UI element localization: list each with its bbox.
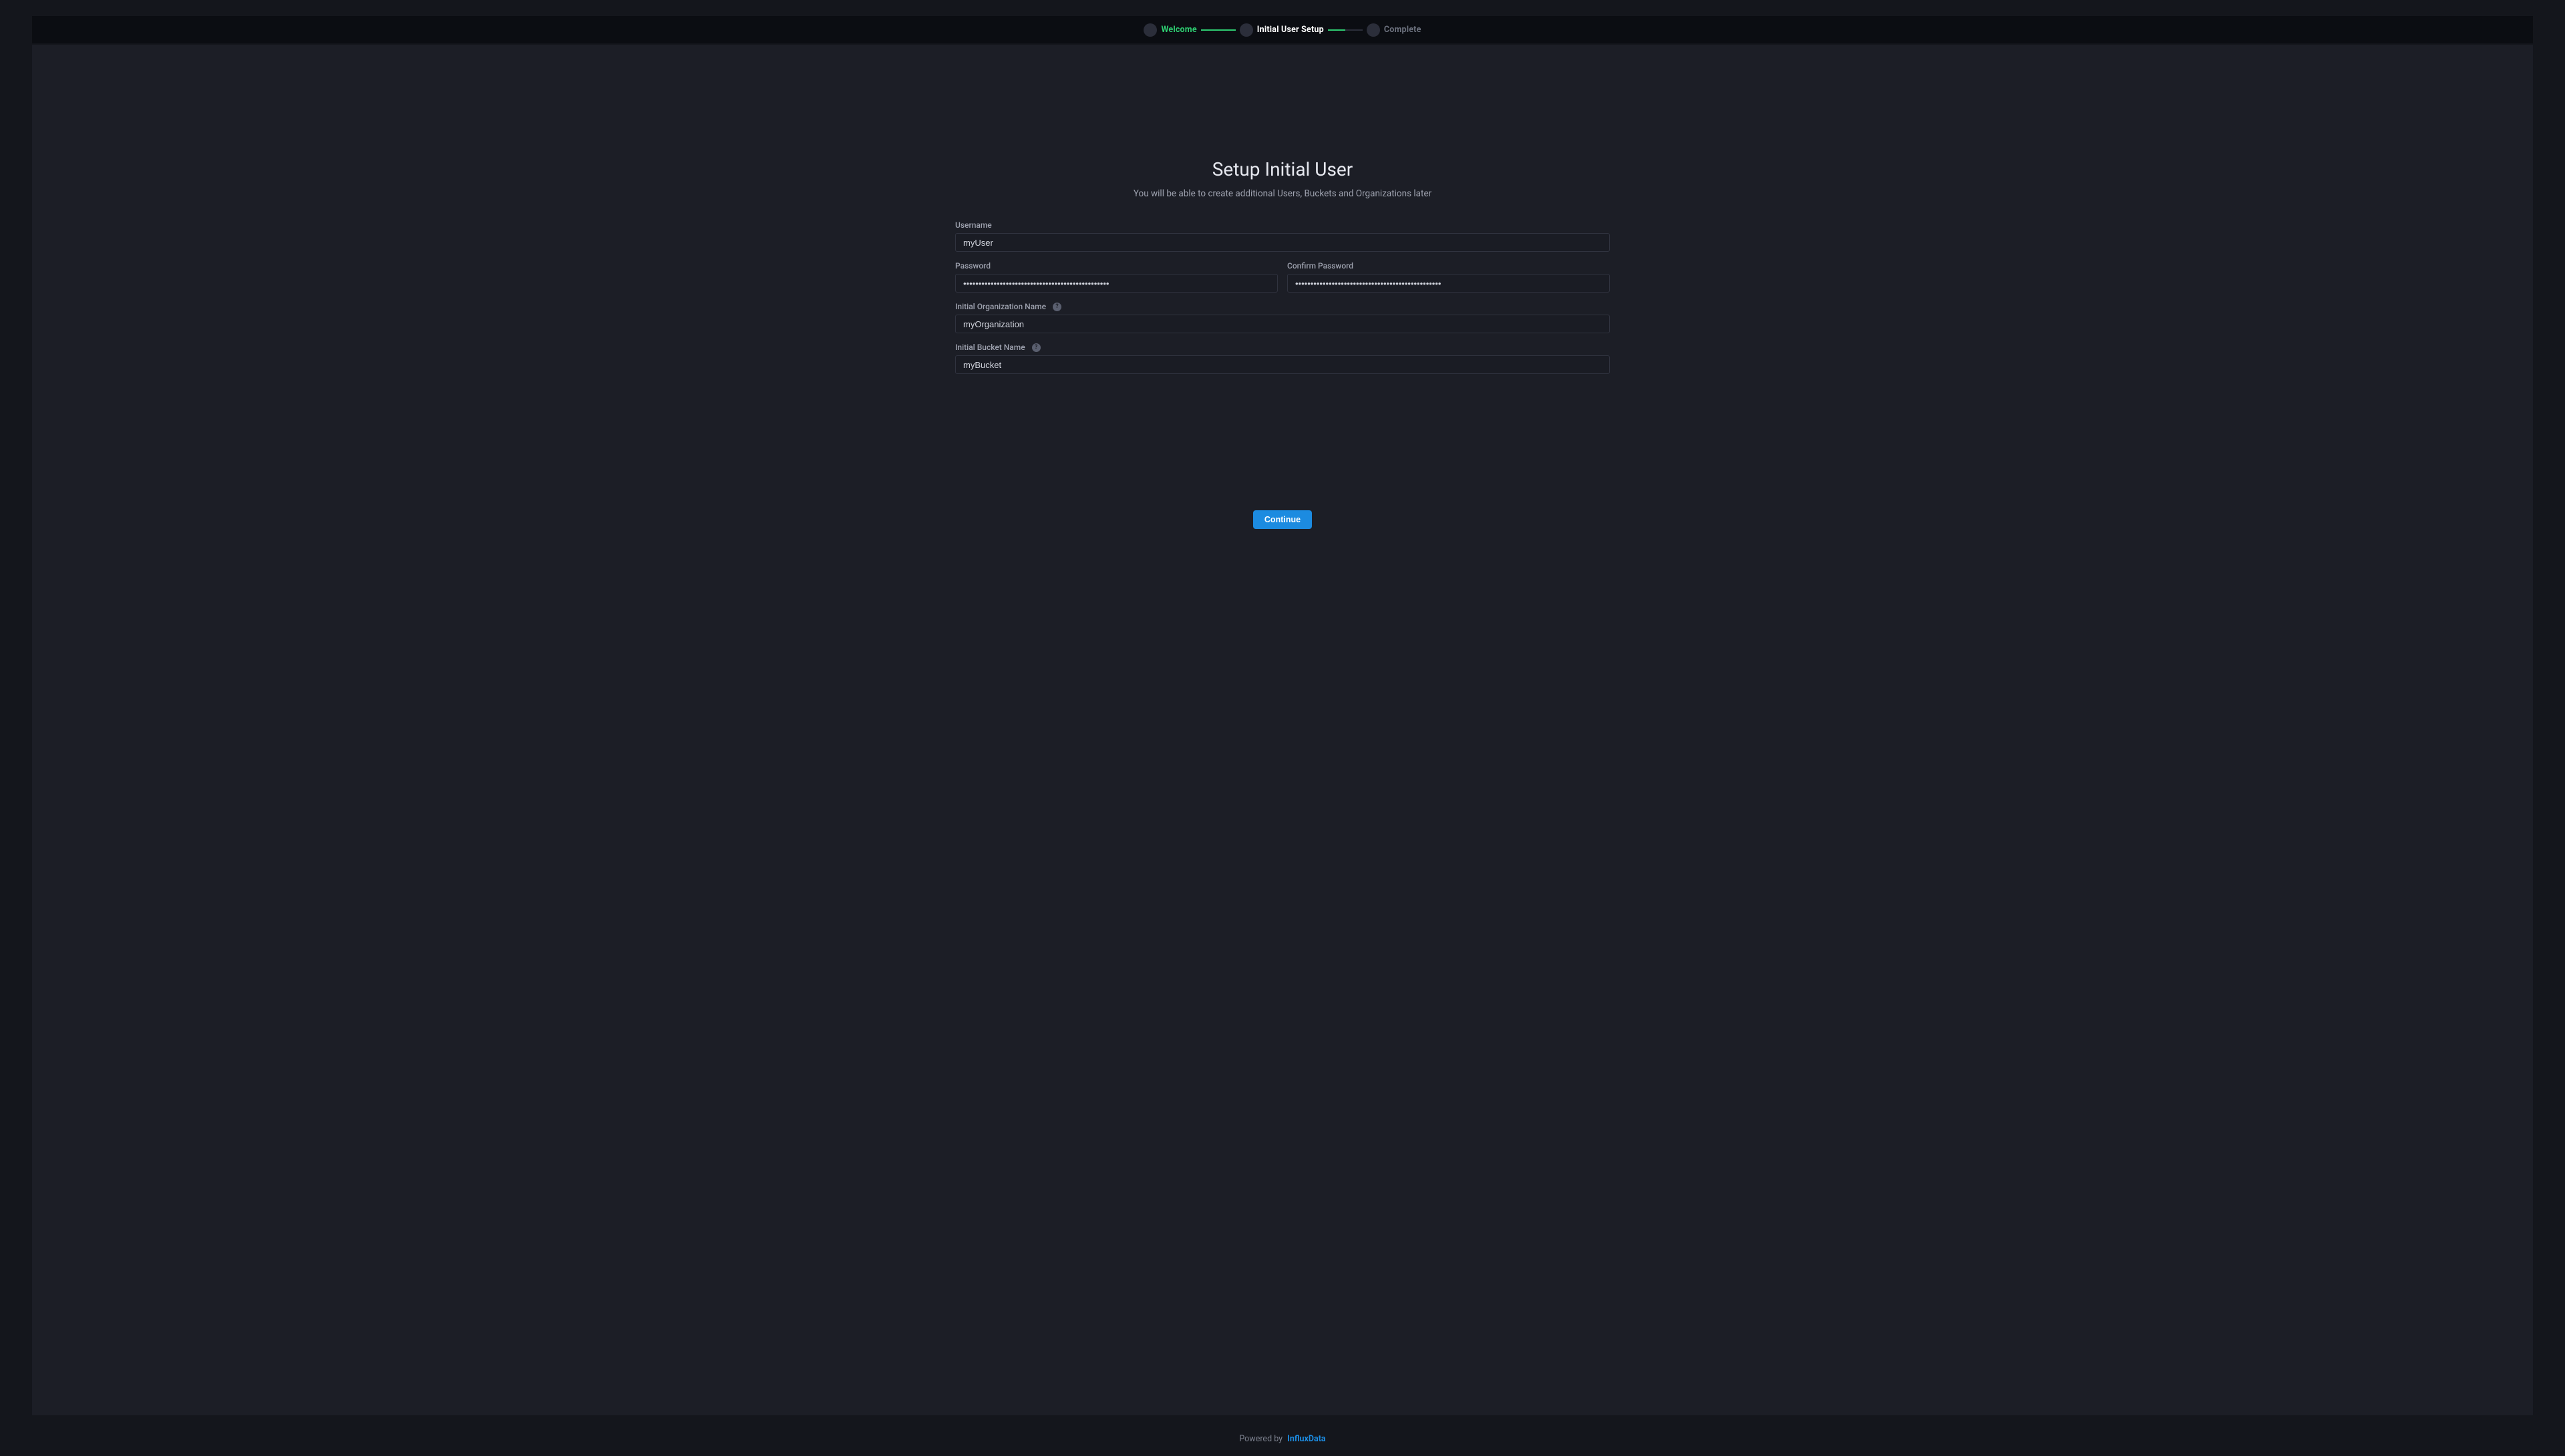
- confirm-password-label: Confirm Password: [1287, 261, 1610, 270]
- password-input[interactable]: [955, 274, 1278, 293]
- setup-form: Username Password Confirm Password Initi…: [955, 220, 1610, 383]
- password-field-block: Password: [955, 261, 1278, 293]
- organization-label: Initial Organization Name ?: [955, 302, 1610, 311]
- step-dot-icon: [1144, 23, 1157, 37]
- content-panel: Setup Initial User You will be able to c…: [32, 45, 2533, 1415]
- page-subtitle: You will be able to create additional Us…: [1134, 188, 1431, 199]
- username-field-block: Username: [955, 220, 1610, 252]
- confirm-password-input[interactable]: [1287, 274, 1610, 293]
- confirm-password-field-block: Confirm Password: [1287, 261, 1610, 293]
- bucket-input[interactable]: [955, 355, 1610, 374]
- password-row: Password Confirm Password: [955, 261, 1610, 293]
- continue-button[interactable]: Continue: [1253, 510, 1312, 529]
- help-icon[interactable]: ?: [1053, 303, 1061, 311]
- powered-by-text: Powered by: [1239, 1434, 1282, 1444]
- influxdata-link[interactable]: InfluxData: [1287, 1434, 1325, 1444]
- username-input[interactable]: [955, 233, 1610, 252]
- step-label: Initial User Setup: [1257, 25, 1324, 35]
- bucket-field-block: Initial Bucket Name ?: [955, 343, 1610, 374]
- bucket-label: Initial Bucket Name ?: [955, 343, 1610, 352]
- step-dot-icon: [1367, 23, 1380, 37]
- bucket-label-text: Initial Bucket Name: [955, 343, 1025, 352]
- step-connector: [1328, 29, 1363, 31]
- step-initial-user-setup: Initial User Setup: [1240, 23, 1324, 37]
- step-welcome: Welcome: [1144, 23, 1196, 37]
- step-connector: [1201, 29, 1236, 31]
- organization-field-block: Initial Organization Name ?: [955, 302, 1610, 333]
- page-title: Setup Initial User: [1212, 158, 1353, 180]
- stepper-bar: Welcome Initial User Setup Complete: [32, 16, 2533, 43]
- step-complete: Complete: [1367, 23, 1421, 37]
- main-container: Welcome Initial User Setup Complete Setu…: [32, 16, 2533, 1415]
- step-label: Welcome: [1161, 25, 1196, 35]
- step-dot-icon: [1240, 23, 1253, 37]
- step-label: Complete: [1384, 25, 1421, 35]
- organization-label-text: Initial Organization Name: [955, 302, 1046, 311]
- password-label: Password: [955, 261, 1278, 270]
- footer: Powered by InfluxData: [0, 1415, 2565, 1456]
- username-label: Username: [955, 220, 1610, 230]
- help-icon[interactable]: ?: [1032, 343, 1041, 352]
- organization-input[interactable]: [955, 315, 1610, 333]
